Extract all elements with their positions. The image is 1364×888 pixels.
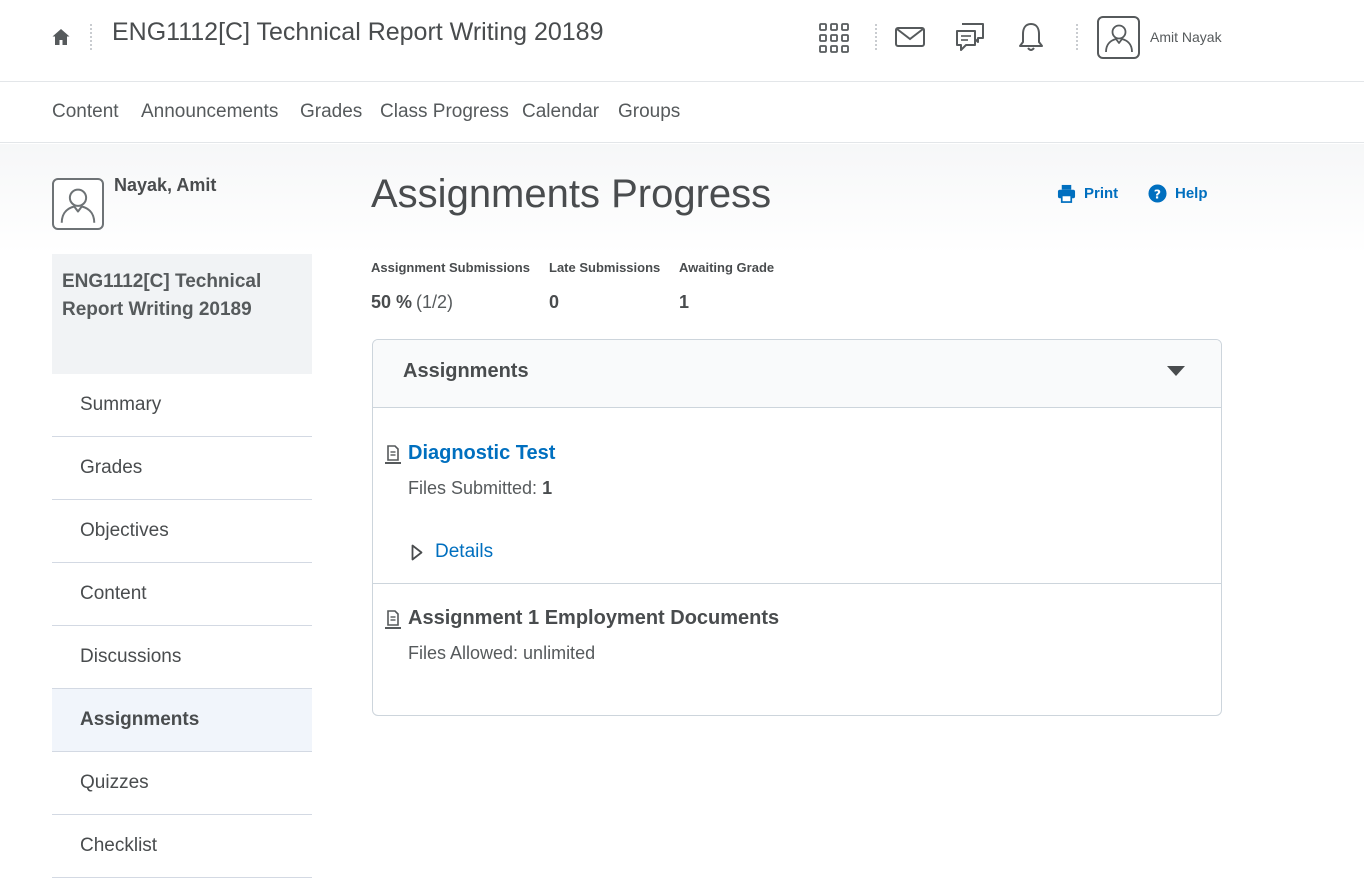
sidebar-menu: Summary Grades Objectives Content Discus… xyxy=(52,374,312,878)
files-submitted-count: 1 xyxy=(542,478,553,498)
print-label: Print xyxy=(1084,185,1119,202)
assignment-item: Diagnostic Test Files Submitted: 1 Detai… xyxy=(373,408,1221,583)
sidebar-item-quizzes[interactable]: Quizzes xyxy=(52,752,312,815)
print-button[interactable]: Print xyxy=(1057,184,1118,203)
stat-assignment-submissions: Assignment Submissions 50 % (1/2) xyxy=(371,260,530,313)
help-label: Help xyxy=(1175,185,1208,202)
details-label: Details xyxy=(435,541,494,562)
stat-late-submissions: Late Submissions 0 xyxy=(549,260,660,313)
sidebar-item-content[interactable]: Content xyxy=(52,563,312,626)
assignments-panel: Assignments Diagnostic Test Files Submit… xyxy=(372,339,1222,716)
nav-item-grades[interactable]: Grades xyxy=(300,101,362,123)
stat-awaiting-grade: Awaiting Grade 1 xyxy=(679,260,774,313)
header-divider xyxy=(1076,24,1078,50)
assignment-icon xyxy=(385,610,401,629)
help-button[interactable]: ? Help xyxy=(1148,184,1208,203)
nav-item-content[interactable]: Content xyxy=(52,101,119,123)
stat-value: 50 % xyxy=(371,292,413,312)
assignment-title: Assignment 1 Employment Documents xyxy=(408,607,780,629)
nav-item-class-progress[interactable]: Class Progress xyxy=(380,101,509,123)
profile-avatar-icon xyxy=(52,178,104,230)
stat-fraction: (1/2) xyxy=(416,292,454,312)
printer-icon xyxy=(1057,184,1076,203)
details-toggle[interactable]: Details xyxy=(411,541,493,563)
course-navbar: Content Announcements Grades Class Progr… xyxy=(0,83,1364,143)
page-title: Assignments Progress xyxy=(371,172,772,216)
caret-right-icon xyxy=(411,544,423,560)
stat-value: 0 xyxy=(549,292,560,312)
svg-text:?: ? xyxy=(1154,187,1161,201)
assignment-item: Assignment 1 Employment Documents Files … xyxy=(373,584,1221,715)
header-divider xyxy=(90,24,92,50)
files-allowed: Files Allowed: unlimited xyxy=(408,643,596,663)
files-submitted: Files Submitted: 1 xyxy=(408,478,552,499)
mail-icon[interactable] xyxy=(894,21,926,53)
sidebar-item-checklist[interactable]: Checklist xyxy=(52,815,312,878)
sidebar-item-discussions[interactable]: Discussions xyxy=(52,626,312,689)
profile-name: Nayak, Amit xyxy=(114,175,217,195)
stat-value: 1 xyxy=(679,292,690,312)
stat-label: Assignment Submissions xyxy=(371,260,530,275)
nav-item-announcements[interactable]: Announcements xyxy=(141,101,278,123)
sidebar-course-name: ENG1112[C] Technical Report Writing 2018… xyxy=(52,254,312,374)
chat-icon[interactable] xyxy=(954,21,986,53)
assignment-icon xyxy=(385,445,401,464)
sidebar-item-grades[interactable]: Grades xyxy=(52,437,312,500)
assignments-panel-header[interactable]: Assignments xyxy=(373,340,1221,408)
caret-down-icon[interactable] xyxy=(1167,366,1185,377)
home-icon[interactable] xyxy=(51,27,71,47)
header-divider xyxy=(875,24,877,50)
user-name: Amit Nayak xyxy=(1150,29,1222,45)
waffle-grid-icon[interactable] xyxy=(818,22,850,54)
stat-label: Awaiting Grade xyxy=(679,260,775,275)
stat-label: Late Submissions xyxy=(549,260,661,275)
bell-icon[interactable] xyxy=(1015,21,1047,53)
sidebar-item-assignments[interactable]: Assignments xyxy=(52,689,312,752)
sidebar-item-objectives[interactable]: Objectives xyxy=(52,500,312,563)
user-menu[interactable]: Amit Nayak xyxy=(1097,15,1222,59)
nav-item-calendar[interactable]: Calendar xyxy=(522,101,599,123)
user-avatar-icon xyxy=(1097,15,1140,59)
files-submitted-label: Files Submitted: xyxy=(408,478,538,498)
sidebar-item-summary[interactable]: Summary xyxy=(52,374,312,437)
top-bar: ENG1112[C] Technical Report Writing 2018… xyxy=(0,0,1364,82)
nav-item-groups[interactable]: Groups xyxy=(618,101,680,123)
course-title[interactable]: ENG1112[C] Technical Report Writing 2018… xyxy=(112,18,603,47)
assignment-title-link[interactable]: Diagnostic Test xyxy=(408,442,555,465)
help-icon: ? xyxy=(1148,184,1167,203)
panel-title: Assignments xyxy=(403,360,529,382)
